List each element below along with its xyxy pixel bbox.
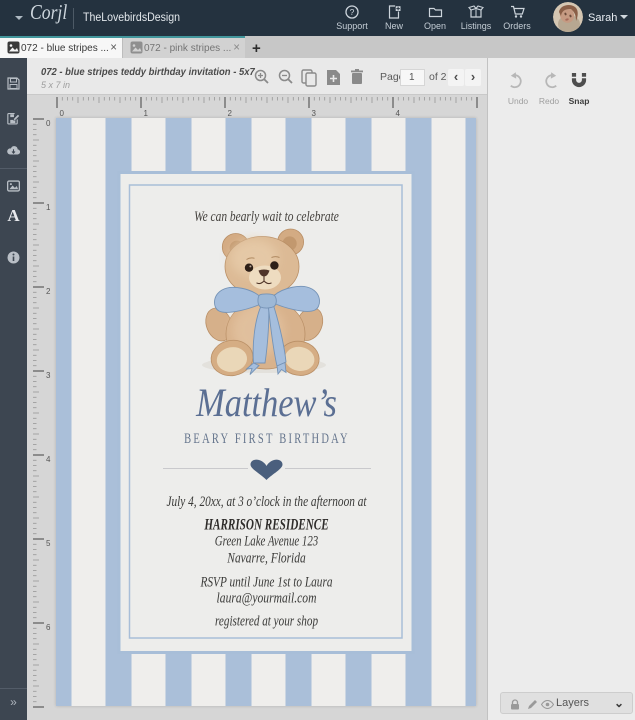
svg-text:HARRISON RESIDENCE: HARRISON RESIDENCE bbox=[204, 516, 329, 533]
svg-text:Matthew’s: Matthew’s bbox=[195, 382, 337, 426]
svg-text:RSVP until June 1st to Laura: RSVP until June 1st to Laura bbox=[200, 573, 333, 590]
svg-text:laura@yourmail.com: laura@yourmail.com bbox=[217, 589, 317, 606]
svg-text:2: 2 bbox=[46, 287, 51, 296]
svg-text:Navarre, Florida: Navarre, Florida bbox=[226, 549, 306, 566]
svg-text:July 4, 20xx, at 3 o’clock in: July 4, 20xx, at 3 o’clock in the aftern… bbox=[166, 493, 366, 510]
svg-text:5: 5 bbox=[46, 539, 51, 548]
svg-text:1: 1 bbox=[46, 203, 51, 212]
svg-text:registered at your shop: registered at your shop bbox=[215, 612, 318, 629]
svg-text:0: 0 bbox=[46, 119, 51, 128]
svg-text:1: 1 bbox=[144, 109, 149, 117]
svg-text:We can bearly wait to celebrat: We can bearly wait to celebrate bbox=[194, 208, 339, 225]
svg-text:0: 0 bbox=[60, 109, 65, 117]
svg-text:6: 6 bbox=[46, 623, 51, 632]
svg-text:3: 3 bbox=[46, 371, 51, 380]
svg-text:4: 4 bbox=[396, 109, 401, 117]
svg-text:3: 3 bbox=[312, 109, 317, 117]
svg-text:BEARY FIRST BIRTHDAY: BEARY FIRST BIRTHDAY bbox=[184, 429, 350, 446]
svg-text:4: 4 bbox=[46, 455, 51, 464]
svg-text:2: 2 bbox=[228, 109, 233, 117]
svg-text:Green Lake Avenue 123: Green Lake Avenue 123 bbox=[215, 533, 318, 549]
svg-text:?: ? bbox=[350, 7, 355, 17]
